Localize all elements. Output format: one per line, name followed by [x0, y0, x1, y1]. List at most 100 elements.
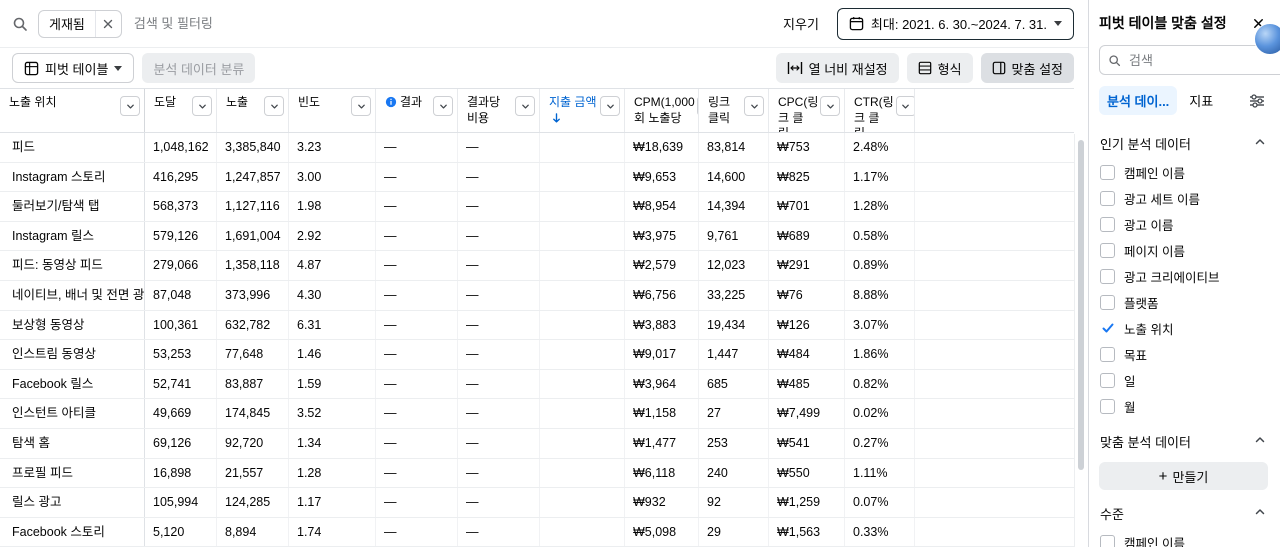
table-row[interactable]: 인스턴트 아티클 49,669 174,845 3.52— — ₩1,158 27 ₩7,49…: [0, 399, 1074, 429]
metric-cell: 1,691,004: [217, 221, 289, 251]
column-menu-button[interactable]: [515, 96, 535, 116]
format-button[interactable]: 형식: [906, 53, 973, 83]
metric-cell: 77,648: [217, 340, 289, 369]
date-range-button[interactable]: 최대: 2021. 6. 30.~2024. 7. 31.: [836, 7, 1074, 40]
column-menu-button[interactable]: [820, 96, 841, 116]
profile-avatar[interactable]: [1254, 23, 1280, 55]
column-header[interactable]: 도달: [145, 89, 217, 132]
calendar-icon: [849, 16, 864, 31]
table-row[interactable]: 프로필 피드 16,898 21,557 1.28— — ₩6,118 240 ₩550 1.1…: [0, 458, 1074, 489]
create-custom-breakdown-button[interactable]: + 만들기: [1099, 462, 1268, 490]
placement-cell: 피드: 동영상 피드: [0, 251, 145, 280]
metric-cell: —: [458, 133, 540, 162]
panel-search-input[interactable]: [1127, 51, 1280, 69]
metric-cell: 416,295: [145, 162, 217, 192]
clear-filters-button[interactable]: 지우기: [775, 10, 827, 37]
metric-cell: 52,741: [145, 369, 217, 399]
table-row[interactable]: 보상형 동영상 100,361 632,782 6.31— — ₩3,883 19,434 ₩…: [0, 310, 1074, 341]
checkbox-item[interactable]: 캠페인 이름: [1099, 529, 1268, 547]
tab-breakdowns[interactable]: 분석 데이...: [1099, 86, 1178, 115]
metric-cell: 1,358,118: [217, 251, 289, 280]
column-header[interactable]: 지출 금액: [540, 89, 625, 132]
column-header[interactable]: 결과당 비용: [458, 89, 540, 132]
checkbox-item[interactable]: 플랫폼: [1099, 289, 1268, 315]
header-filler: [915, 89, 1074, 132]
column-menu-button[interactable]: [895, 96, 914, 116]
column-menu-button[interactable]: [600, 96, 620, 116]
checkbox-item[interactable]: 광고 이름: [1099, 211, 1268, 237]
metric-cell: 124,285: [217, 488, 289, 517]
section-title: 맞춤 분석 데이터: [1100, 435, 1191, 450]
table-row[interactable]: 인스트림 동영상 53,253 77,648 1.46— — ₩9,017 1,447 ₩48…: [0, 340, 1074, 370]
metric-cell: ₩1,259: [769, 488, 845, 517]
sliders-icon: [1249, 93, 1265, 108]
column-menu-button[interactable]: [192, 96, 212, 116]
column-header[interactable]: CPC(링크 클릭...: [769, 89, 845, 132]
reset-column-width-button[interactable]: 열 너비 재설정: [775, 53, 899, 83]
remove-filter-button[interactable]: [94, 10, 121, 37]
table-row[interactable]: 둘러보기/탐색 탭 568,373 1,127,116 1.98— — ₩8,954 14,…: [0, 192, 1074, 222]
section-header[interactable]: 맞춤 분석 데이터: [1099, 427, 1268, 457]
metric-cell: [540, 280, 625, 310]
table-row[interactable]: Facebook 릴스 52,741 83,887 1.59— — ₩3,964 685 ₩4…: [0, 369, 1074, 400]
checkbox-item[interactable]: 노출 위치: [1099, 315, 1268, 341]
metric-cell: 279,066: [145, 251, 217, 280]
table-row[interactable]: 피드 1,048,162 3,385,840 3.23— — ₩18,639 83,814 ₩…: [0, 133, 1074, 163]
pivot-table-dropdown[interactable]: 피벗 테이블: [12, 53, 135, 83]
column-menu-button[interactable]: [744, 96, 764, 116]
checkbox-item[interactable]: 광고 크리에이티브: [1099, 263, 1268, 289]
sort-descending-icon: [551, 112, 562, 129]
column-header[interactable]: CPM(1,000회 노출당 ...: [625, 89, 699, 132]
checkbox-item[interactable]: 광고 세트 이름: [1099, 185, 1268, 211]
column-header[interactable]: 결과: [376, 89, 458, 132]
checkbox-item[interactable]: 일: [1099, 367, 1268, 393]
metric-cell: 4.30: [289, 280, 376, 310]
search-filter-input[interactable]: [131, 15, 766, 32]
table-row[interactable]: 피드: 동영상 피드 279,066 1,358,118 4.87— — ₩2,579 12…: [0, 251, 1074, 281]
metric-cell: 3.00: [289, 162, 376, 192]
chevron-down-icon: [114, 65, 123, 71]
column-header[interactable]: 노출 위치: [0, 89, 145, 132]
checkbox-item[interactable]: 페이지 이름: [1099, 237, 1268, 263]
metric-cell: ₩126: [769, 310, 845, 340]
metric-cell: ₩7,499: [769, 399, 845, 428]
metric-cell: 3.23: [289, 133, 376, 162]
vertical-scrollbar[interactable]: [1078, 140, 1084, 470]
column-menu-button[interactable]: [433, 96, 453, 116]
metric-cell: ₩541: [769, 428, 845, 458]
panel-sections: 인기 분석 데이터 캠페인 이름 광고 세트 이름 광고 이름 페이지 이름 광고 크리에…: [1099, 121, 1268, 547]
table-row[interactable]: 릴스 광고 105,994 124,285 1.17— — ₩932 92 ₩1,259 0.0…: [0, 488, 1074, 518]
display-settings-button[interactable]: [1246, 91, 1268, 111]
table-row[interactable]: Instagram 릴스 579,126 1,691,004 2.92— — ₩3,975…: [0, 221, 1074, 252]
column-menu-button[interactable]: [351, 96, 371, 116]
column-header[interactable]: 빈도: [289, 89, 376, 132]
metric-cell: 27: [699, 399, 769, 428]
placement-cell: 탐색 홈: [0, 428, 145, 458]
breakdown-button[interactable]: 분석 데이터 분류: [142, 53, 256, 83]
section-header[interactable]: 수준: [1099, 499, 1268, 529]
column-menu-button[interactable]: [120, 96, 140, 116]
filter-chip-delivered[interactable]: 게재됨: [38, 9, 122, 38]
checkbox-item[interactable]: 목표: [1099, 341, 1268, 367]
metric-cell: 1.34: [289, 428, 376, 458]
column-header[interactable]: 노출: [217, 89, 289, 132]
metric-cell: ₩3,964: [625, 369, 699, 399]
table-row[interactable]: Facebook 스토리 5,120 8,894 1.74— — ₩5,098 29 ₩1,5…: [0, 517, 1074, 547]
column-header[interactable]: CTR(링크 클릭...: [845, 89, 915, 132]
checkbox-item[interactable]: 캠페인 이름: [1099, 159, 1268, 185]
row-filler: [915, 311, 1074, 340]
checkbox-item[interactable]: 월: [1099, 393, 1268, 419]
panel-search-box[interactable]: [1099, 45, 1280, 75]
metric-cell: ₩753: [769, 133, 845, 162]
tab-metrics[interactable]: 지표: [1181, 86, 1221, 115]
section-header[interactable]: 인기 분석 데이터: [1099, 129, 1268, 159]
customize-button[interactable]: 맞춤 설정: [980, 53, 1074, 83]
column-header[interactable]: 링크 클릭: [699, 89, 769, 132]
table-row[interactable]: Instagram 스토리 416,295 1,247,857 3.00— — ₩9,65…: [0, 162, 1074, 193]
option-label: 플랫폼: [1124, 296, 1159, 311]
table-row[interactable]: 네이티브, 배너 및 전면 광고 87,048 373,996 4.30— — ₩6,75…: [0, 280, 1074, 311]
chevron-up-icon: [1254, 434, 1266, 449]
table-row[interactable]: 탐색 홈 69,126 92,720 1.34— — ₩1,477 253 ₩541 0.27%: [0, 428, 1074, 459]
section-title: 수준: [1100, 507, 1124, 522]
column-menu-button[interactable]: [264, 96, 284, 116]
